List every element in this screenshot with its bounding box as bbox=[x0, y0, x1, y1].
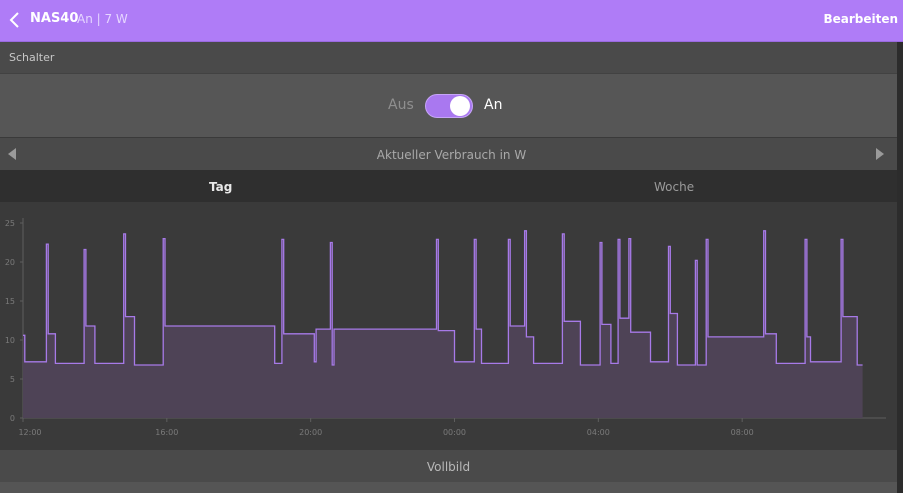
x-tick-label: 16:00 bbox=[155, 428, 178, 437]
right-edge-panel bbox=[897, 42, 903, 493]
y-tick-label: 5 bbox=[10, 375, 15, 384]
switch-off-label: Aus bbox=[388, 97, 414, 113]
tab-day[interactable]: Tag bbox=[209, 180, 232, 194]
back-chevron-icon[interactable] bbox=[7, 10, 23, 30]
consumption-area bbox=[23, 230, 863, 418]
fullscreen-row[interactable]: Vollbild bbox=[0, 450, 897, 482]
next-arrow-icon[interactable] bbox=[876, 148, 884, 160]
x-tick-label: 04:00 bbox=[587, 428, 610, 437]
y-tick-label: 0 bbox=[10, 414, 15, 423]
x-tick-label: 00:00 bbox=[443, 428, 466, 437]
bottom-bar bbox=[0, 482, 897, 493]
toggle-knob bbox=[450, 96, 470, 116]
y-tick-label: 15 bbox=[5, 297, 15, 306]
range-tabs: Tag Woche bbox=[0, 170, 897, 202]
x-tick-label: 12:00 bbox=[18, 428, 41, 437]
consumption-chart-svg: 0 5 10 15 20 25 12:00 16:00 20:00 00:00 04:00 08:00 bbox=[5, 218, 886, 437]
device-status: An | 7 W bbox=[77, 12, 128, 26]
edit-button[interactable]: Bearbeiten bbox=[823, 12, 898, 26]
chart-title: Aktueller Verbrauch in W bbox=[376, 148, 527, 162]
y-tick-label: 10 bbox=[5, 336, 15, 345]
chart-nav-row: Aktueller Verbrauch in W bbox=[0, 138, 903, 170]
power-toggle[interactable] bbox=[425, 94, 473, 118]
fullscreen-button[interactable]: Vollbild bbox=[0, 460, 897, 474]
y-tick-label: 25 bbox=[5, 219, 15, 228]
consumption-chart: 0 5 10 15 20 25 12:00 16:00 20:00 00:00 04:00 08:00 bbox=[0, 202, 897, 449]
tab-week[interactable]: Woche bbox=[654, 180, 694, 194]
switch-row: Aus An bbox=[0, 74, 903, 137]
x-tick-label: 08:00 bbox=[731, 428, 754, 437]
y-tick-label: 20 bbox=[5, 258, 15, 267]
device-title: NAS40 bbox=[30, 11, 79, 26]
section-label: Schalter bbox=[9, 51, 55, 64]
section-header-switch: Schalter bbox=[0, 42, 903, 74]
x-tick-label: 20:00 bbox=[299, 428, 322, 437]
top-bar: NAS40 An | 7 W Bearbeiten bbox=[0, 0, 903, 42]
switch-on-label: An bbox=[484, 97, 503, 113]
